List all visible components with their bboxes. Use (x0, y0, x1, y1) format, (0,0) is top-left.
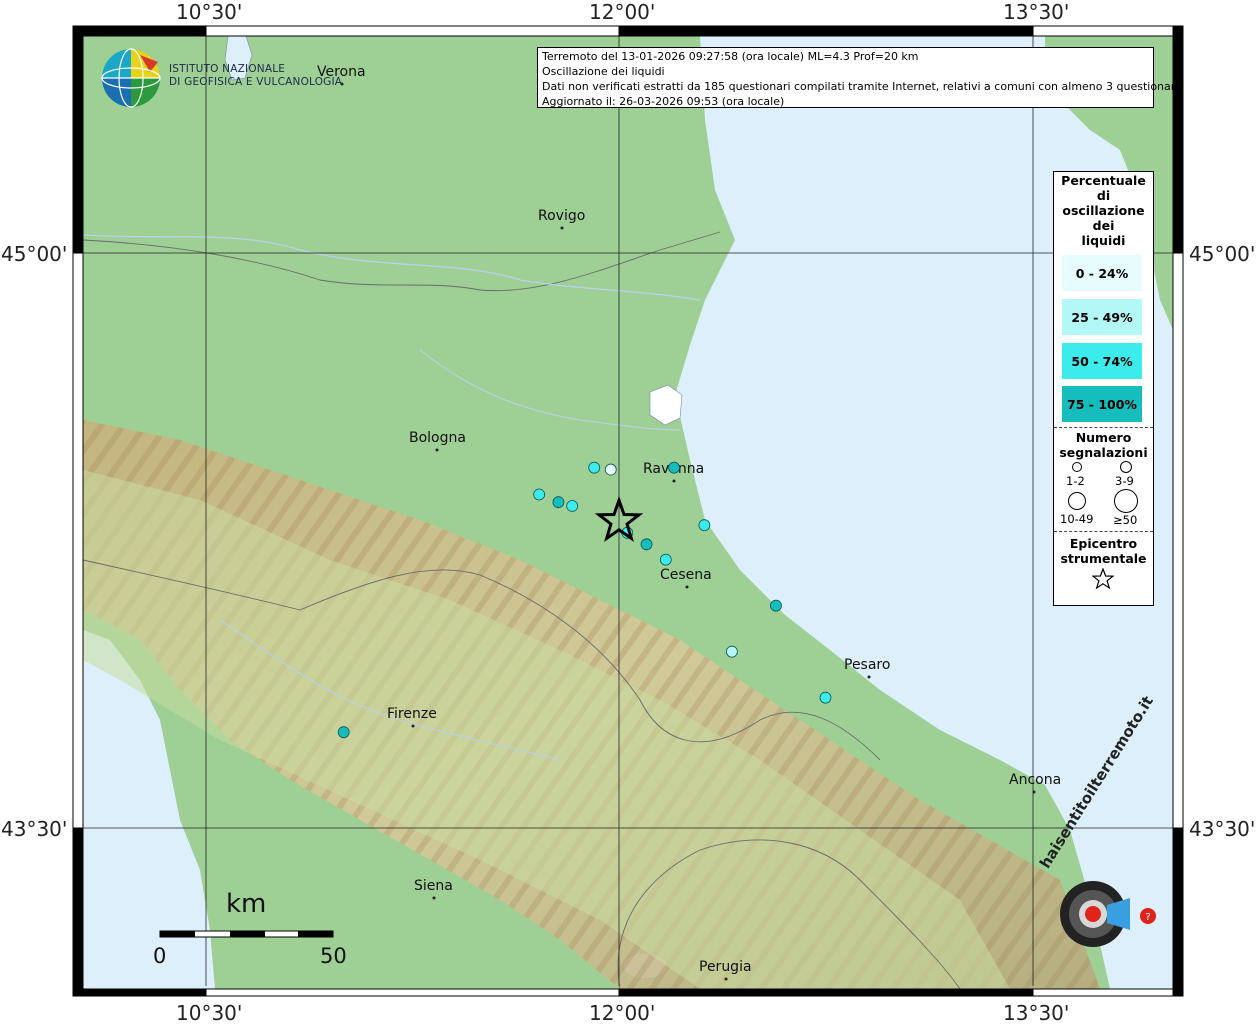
city-dot (685, 585, 689, 589)
legend-title: Percentuale di oscillazione dei liquidi (1054, 173, 1153, 248)
count-size-medium-icon (1120, 461, 1132, 473)
observation-point (588, 461, 601, 474)
count-label-3-9: 3-9 (1115, 474, 1134, 488)
lat-label-left-1: 45°00' (1, 242, 68, 266)
observation-point (659, 553, 672, 566)
city-label: Pesaro (844, 657, 890, 673)
observation-point (725, 645, 738, 658)
scale-max: 50 (320, 944, 347, 968)
observation-point (566, 500, 579, 512)
legend-class-25-49: 25 - 49% (1062, 299, 1142, 335)
ingv-logo-text: ISTITUTO NAZIONALE DI GEOFISICA E VULCAN… (169, 63, 342, 89)
legend-class-50-74: 50 - 74% (1062, 343, 1142, 379)
observation-point (604, 463, 617, 476)
legend-class-75-100: 75 - 100% (1062, 386, 1142, 422)
observation-point (770, 599, 782, 612)
svg-text:?: ? (1145, 912, 1150, 923)
lat-label-right-2: 43°30' (1189, 817, 1256, 841)
lon-label-bottom-1: 10°30' (176, 1001, 243, 1025)
city-label: Ancona (1009, 772, 1061, 788)
lon-label-top-2: 12°00' (589, 0, 656, 24)
lat-label-right-1: 45°00' (1189, 242, 1256, 266)
observation-point (533, 488, 546, 501)
legend-title-line: dei (1092, 218, 1115, 233)
lon-label-bottom-2: 12°00' (589, 1001, 656, 1025)
ingv-line-1: ISTITUTO NAZIONALE (169, 63, 286, 75)
updated-line: Aggiornato il: 26-03-2026 09:53 (ora loc… (542, 95, 785, 108)
city-label: Perugia (699, 959, 752, 975)
scale-min: 0 (153, 944, 167, 968)
legend-class-0-24: 0 - 24% (1062, 255, 1142, 291)
map-type-line: Oscillazione dei liquidi (542, 65, 665, 78)
city-label: Bologna (409, 430, 466, 446)
legend-count-title-line: segnalazioni (1059, 445, 1148, 460)
legend-title-line: oscillazione (1062, 203, 1145, 218)
city-dot (672, 479, 676, 483)
city-label: Cesena (660, 567, 712, 583)
count-label-10-49: 10-49 (1060, 512, 1094, 526)
city-label: Rovigo (538, 208, 585, 224)
count-label-50-plus: ≥50 (1113, 513, 1138, 527)
lon-label-top-1: 10°30' (176, 0, 243, 24)
count-label-1-2: 1-2 (1066, 474, 1085, 488)
city-dot (560, 226, 564, 230)
legend-epicenter-title-line: strumentale (1060, 551, 1147, 566)
lat-label-left-2: 43°30' (1, 817, 68, 841)
legend-divider (1054, 531, 1153, 532)
ingv-logo-icon (101, 48, 161, 108)
city-dot (432, 896, 436, 900)
legend-title-line: liquidi (1081, 233, 1126, 248)
city-dot (724, 977, 728, 981)
legend-count-title-line: Numero (1075, 430, 1132, 445)
lon-label-bottom-3: 13°30' (1003, 1001, 1070, 1025)
city-label: Siena (414, 878, 453, 894)
observation-point (698, 519, 711, 532)
legend-title-line: Percentuale (1061, 173, 1146, 188)
observation-point (552, 496, 565, 509)
observation-point (819, 691, 832, 704)
observation-point (337, 726, 350, 739)
ingv-line-2: DI GEOFISICA E VULCANOLOGIA (169, 76, 343, 88)
legend-epicenter-title-line: Epicentro (1069, 536, 1138, 551)
city-dot (867, 675, 871, 679)
scale-unit: km (226, 889, 267, 919)
event-info-box: Terremoto del 13-01-2026 09:27:58 (ora l… (537, 47, 1182, 108)
observation-point (668, 461, 680, 474)
legend-epicenter-title: Epicentro strumentale (1054, 536, 1153, 566)
count-size-large-icon (1068, 492, 1086, 510)
lon-label-top-3: 13°30' (1003, 0, 1070, 24)
legend-title-line: di (1096, 188, 1111, 203)
data-note-line: Dati non verificati estratti da 185 ques… (542, 80, 1182, 93)
count-size-small-icon (1072, 462, 1082, 472)
city-dot (411, 724, 415, 728)
count-size-xlarge-icon (1114, 489, 1138, 513)
scale-bar (159, 930, 334, 938)
city-dot (1032, 790, 1036, 794)
legend-count-title: Numero segnalazioni (1054, 430, 1153, 460)
legend-divider (1054, 427, 1153, 428)
event-line: Terremoto del 13-01-2026 09:27:58 (ora l… (542, 50, 919, 63)
legend: Percentuale di oscillazione dei liquidi … (1053, 171, 1154, 606)
city-label: Firenze (387, 706, 437, 722)
observation-point (640, 538, 653, 551)
epicenter-star-icon (1092, 568, 1114, 590)
city-dot (435, 448, 439, 452)
